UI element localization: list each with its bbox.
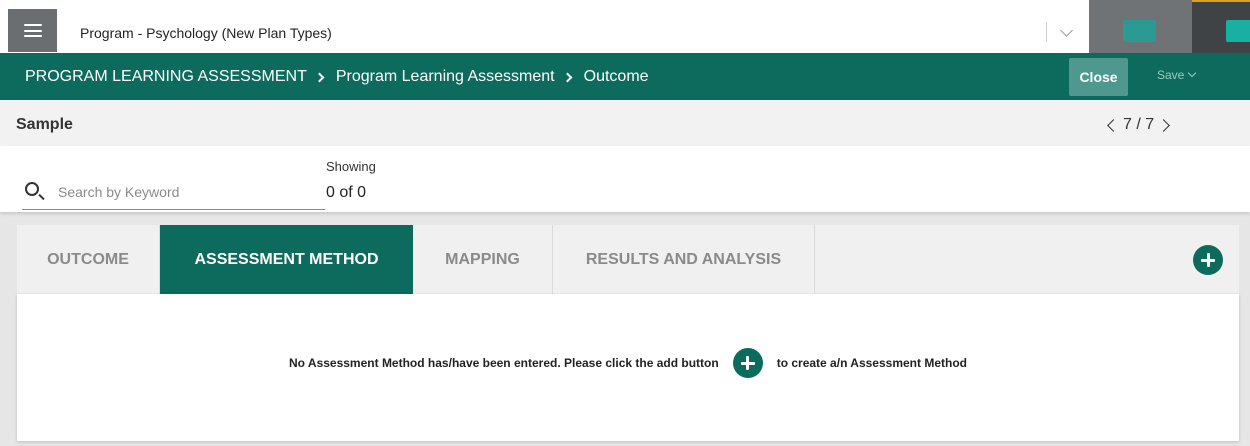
tab-bar: OUTCOME ASSESSMENT METHOD MAPPING RESULT…: [17, 225, 1239, 294]
program-selector[interactable]: Program - Psychology (New Plan Types): [80, 25, 332, 41]
chevron-down-icon[interactable]: [1060, 24, 1073, 37]
chevron-left-icon[interactable]: [1107, 118, 1120, 132]
record-header: Sample 7 / 7: [0, 100, 1250, 146]
tab-assessment-method[interactable]: ASSESSMENT METHOD: [160, 225, 413, 294]
save-button-label: Save: [1157, 68, 1185, 82]
chevron-right-icon[interactable]: [1157, 118, 1171, 132]
top-bar: Program - Psychology (New Plan Types): [0, 0, 1250, 53]
add-button[interactable]: [1193, 245, 1223, 275]
empty-state-message: No Assessment Method has/have been enter…: [17, 348, 1239, 378]
filter-bar: Showing 0 of 0: [0, 146, 1250, 212]
record-title: Sample: [16, 116, 73, 133]
breadcrumb: PROGRAM LEARNING ASSESSMENT Program Lear…: [25, 68, 649, 86]
save-button[interactable]: Save: [1157, 68, 1197, 82]
breadcrumb-item-current: Outcome: [583, 68, 649, 85]
search-input[interactable]: [58, 181, 318, 203]
search-field: [22, 176, 325, 210]
pager-position: 7 / 7: [1123, 116, 1155, 133]
content-panel: No Assessment Method has/have been enter…: [17, 294, 1239, 441]
tab-results-and-analysis[interactable]: RESULTS AND ANALYSIS: [553, 225, 815, 294]
chevron-right-icon: [562, 72, 573, 82]
chevron-right-icon: [314, 72, 325, 82]
empty-state-text-before: No Assessment Method has/have been enter…: [289, 356, 719, 370]
breadcrumb-item-assessment[interactable]: Program Learning Assessment: [336, 68, 555, 86]
app-tile-icon-secondary[interactable]: [1226, 20, 1250, 42]
add-circle-icon[interactable]: [732, 348, 763, 378]
showing-count: 0 of 0: [326, 184, 367, 201]
chevron-down-icon: [1188, 68, 1197, 78]
tab-outcome[interactable]: OUTCOME: [17, 225, 160, 294]
selector-divider: [1046, 22, 1047, 42]
close-button[interactable]: Close: [1069, 58, 1128, 96]
empty-state-text-after: to create a/n Assessment Method: [776, 356, 967, 370]
showing-label: Showing: [326, 159, 376, 174]
search-icon[interactable]: [25, 182, 39, 196]
tab-mapping[interactable]: MAPPING: [413, 225, 553, 294]
record-pager: 7 / 7: [1107, 116, 1171, 134]
breadcrumb-bar: PROGRAM LEARNING ASSESSMENT Program Lear…: [0, 53, 1250, 100]
menu-button[interactable]: [8, 9, 57, 52]
menu-icon: [23, 24, 42, 37]
breadcrumb-item-plan[interactable]: PROGRAM LEARNING ASSESSMENT: [25, 68, 307, 86]
app-tile-icon[interactable]: [1123, 20, 1156, 42]
